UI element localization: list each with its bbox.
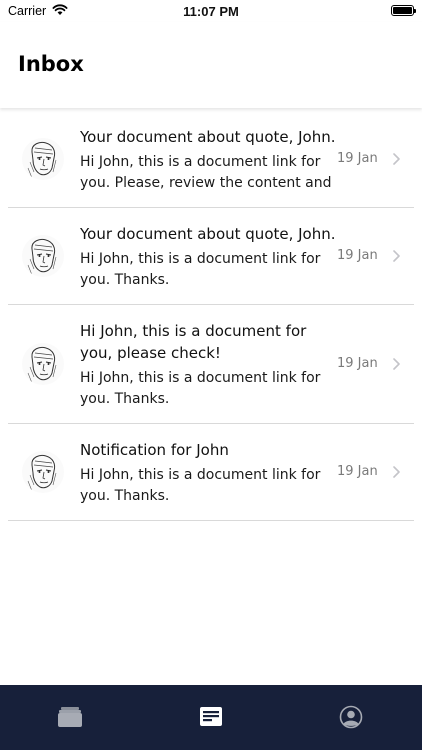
message-row[interactable]: Hi John, this is a document for you, ple… (8, 305, 414, 424)
message-subject: Your document about quote, John. (80, 225, 336, 243)
message-preview: Hi John, this is a document link for you… (80, 370, 321, 407)
inbox-icon (200, 707, 222, 726)
message-row[interactable]: Your document about quote, John. Hi John… (8, 111, 414, 208)
page-title: Inbox (18, 52, 84, 76)
message-text: Hi John, this is a document for you, ple… (80, 320, 338, 410)
message-subject: Hi John, this is a document for you, ple… (80, 322, 307, 362)
sketch-portrait-icon (27, 346, 57, 384)
message-list: Your document about quote, John. Hi John… (8, 111, 414, 521)
message-preview: Hi John, this is a document link for you… (80, 251, 321, 288)
message-date: 19 Jan (337, 151, 378, 166)
avatar (22, 343, 64, 385)
message-preview: Hi John, this is a document link for you… (80, 467, 321, 504)
tab-documents[interactable] (57, 705, 83, 729)
tab-profile[interactable] (338, 705, 364, 729)
message-row[interactable]: Notification for John Hi John, this is a… (8, 424, 414, 521)
sketch-portrait-icon (27, 141, 57, 179)
chevron-right-icon (393, 153, 400, 165)
tab-bar (0, 685, 422, 750)
status-bar: Carrier 11:07 PM (0, 0, 422, 22)
avatar (22, 451, 64, 493)
profile-icon (339, 705, 363, 729)
message-row[interactable]: Your document about quote, John. Hi John… (8, 208, 414, 305)
message-text: Notification for John Hi John, this is a… (80, 439, 338, 507)
clock: 11:07 PM (183, 4, 239, 19)
message-subject: Notification for John (80, 441, 229, 459)
battery-icon (391, 5, 416, 16)
message-date: 19 Jan (337, 248, 378, 263)
message-date: 19 Jan (337, 356, 378, 371)
chevron-right-icon (393, 250, 400, 262)
message-preview: Hi John, this is a document link for you… (80, 154, 332, 191)
message-text: Your document about quote, John. Hi John… (80, 126, 338, 194)
message-date: 19 Jan (337, 464, 378, 479)
chevron-right-icon (393, 358, 400, 370)
nav-header: Inbox (0, 22, 422, 108)
stack-icon (58, 707, 82, 727)
message-text: Your document about quote, John. Hi John… (80, 223, 338, 291)
avatar (22, 235, 64, 277)
chevron-right-icon (393, 466, 400, 478)
message-subject: Your document about quote, John. (80, 128, 336, 146)
sketch-portrait-icon (27, 238, 57, 276)
sketch-portrait-icon (27, 454, 57, 492)
avatar (22, 138, 64, 180)
tab-inbox[interactable] (198, 705, 224, 729)
